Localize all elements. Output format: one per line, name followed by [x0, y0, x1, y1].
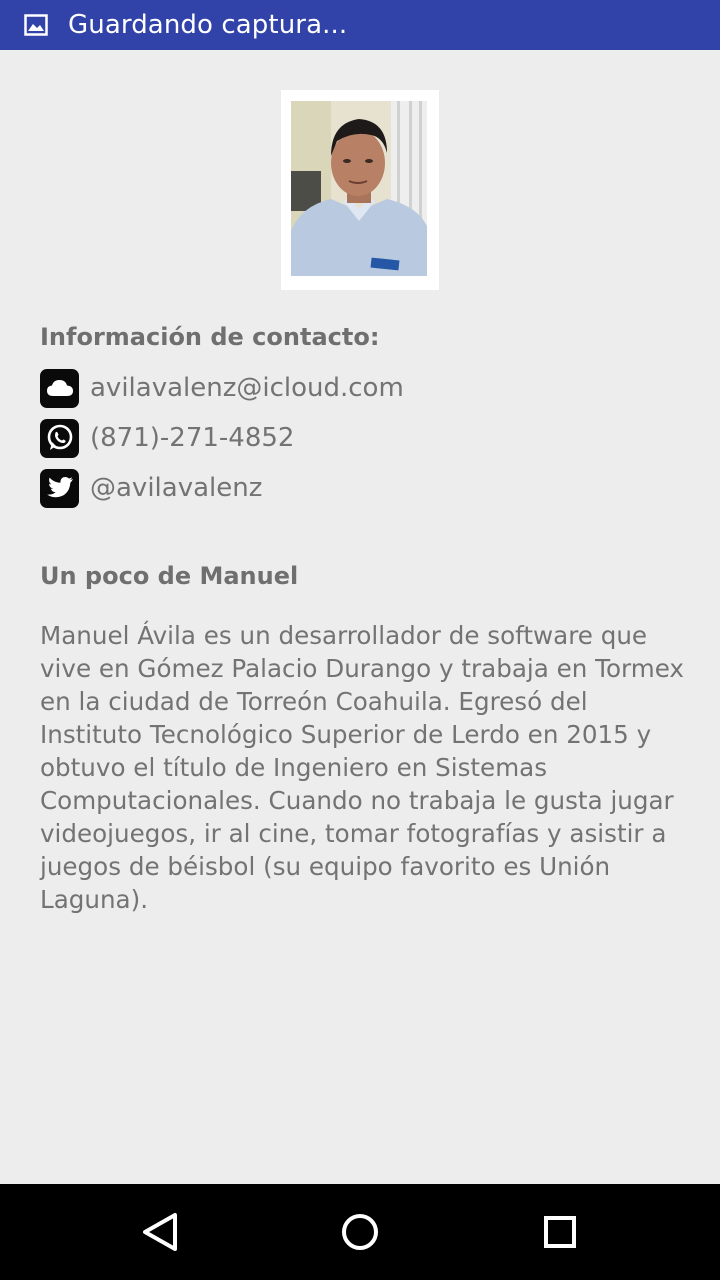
contact-phone-text: (871)-271-4852: [90, 423, 295, 453]
contact-twitter-text: @avilavalenz: [90, 473, 263, 503]
status-bar: Guardando captura...: [0, 0, 720, 50]
navigation-bar: [0, 1184, 720, 1280]
icloud-icon: [40, 368, 79, 408]
about-title: Un poco de Manuel: [40, 562, 299, 590]
profile-photo-frame: [281, 90, 439, 290]
twitter-icon: [40, 468, 79, 508]
about-text: Manuel Ávila es un desarrollador de soft…: [40, 621, 684, 914]
image-icon: [24, 13, 48, 37]
recents-square-icon[interactable]: [534, 1206, 586, 1258]
contact-email-row[interactable]: avilavalenz@icloud.com: [40, 368, 404, 408]
whatsapp-icon: [40, 418, 79, 458]
back-triangle-icon[interactable]: [134, 1206, 186, 1258]
status-bar-text: Guardando captura...: [68, 10, 348, 40]
contact-title: Información de contacto:: [40, 323, 380, 351]
contact-twitter-row[interactable]: @avilavalenz: [40, 468, 262, 508]
contact-phone-row[interactable]: (871)-271-4852: [40, 418, 294, 458]
contact-email-text: avilavalenz@icloud.com: [90, 373, 404, 403]
profile-photo: [291, 101, 427, 276]
home-circle-icon[interactable]: [334, 1206, 386, 1258]
